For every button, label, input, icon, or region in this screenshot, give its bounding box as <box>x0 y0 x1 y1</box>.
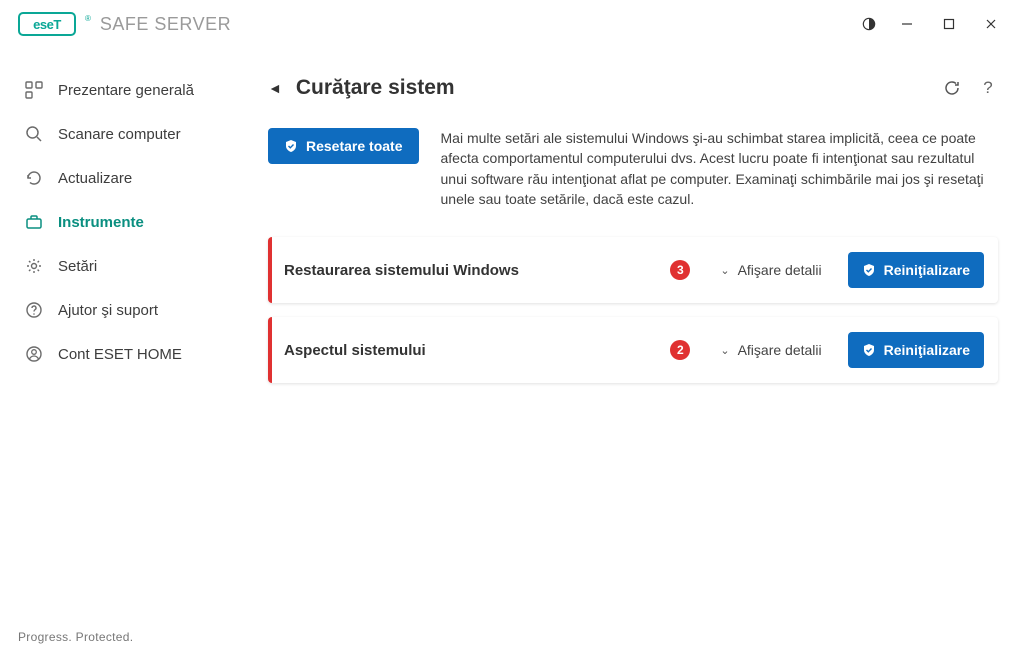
show-details-button[interactable]: ⌄ Afişare detalii <box>720 262 821 278</box>
help-icon <box>24 300 44 320</box>
count-badge: 3 <box>670 260 690 280</box>
sidebar-item-label: Actualizare <box>58 170 132 187</box>
show-details-label: Afişare detalii <box>738 262 822 278</box>
count-badge: 2 <box>670 340 690 360</box>
app-title: SAFE SERVER <box>100 14 231 35</box>
dashboard-icon <box>24 80 44 100</box>
maximize-button[interactable] <box>928 4 970 44</box>
main-content: ◄ Curăţare sistem ? Resetare toate Mai m… <box>252 48 1024 670</box>
reset-button[interactable]: Reiniţializare <box>848 252 984 288</box>
search-icon <box>24 124 44 144</box>
sidebar-item-update[interactable]: Actualizare <box>0 156 252 200</box>
chevron-down-icon: ⌄ <box>720 264 729 277</box>
close-button[interactable] <box>970 4 1012 44</box>
sidebar-item-help[interactable]: Ajutor şi suport <box>0 288 252 332</box>
sidebar-item-label: Setări <box>58 258 97 275</box>
cleanup-item-windows-restore: Restaurarea sistemului Windows 3 ⌄ Afişa… <box>268 237 998 303</box>
page-title: Curăţare sistem <box>296 76 455 100</box>
sidebar-item-label: Instrumente <box>58 214 144 231</box>
reset-button[interactable]: Reiniţializare <box>848 332 984 368</box>
sidebar-item-overview[interactable]: Prezentare generală <box>0 68 252 112</box>
sidebar: Prezentare generală Scanare computer Act… <box>0 48 252 670</box>
contrast-icon[interactable] <box>852 4 886 44</box>
chevron-down-icon: ⌄ <box>720 344 729 357</box>
logo-box: eseT <box>18 12 76 36</box>
minimize-button[interactable] <box>886 4 928 44</box>
shield-icon <box>862 343 876 357</box>
reload-icon[interactable] <box>942 78 962 98</box>
titlebar: eseT ® SAFE SERVER <box>0 0 1024 48</box>
item-title: Aspectul sistemului <box>284 342 426 359</box>
reset-all-button[interactable]: Resetare toate <box>268 128 419 164</box>
sidebar-item-label: Prezentare generală <box>58 82 194 99</box>
logo-text: eseT <box>33 17 61 32</box>
shield-icon <box>862 263 876 277</box>
sidebar-item-scan[interactable]: Scanare computer <box>0 112 252 156</box>
reset-label: Reiniţializare <box>884 342 970 358</box>
tagline: Progress. Protected. <box>0 630 252 670</box>
reset-all-label: Resetare toate <box>306 138 403 154</box>
sidebar-item-label: Scanare computer <box>58 126 181 143</box>
intro-text: Mai multe setări ale sistemului Windows … <box>441 128 999 209</box>
toolbox-icon <box>24 212 44 232</box>
back-button[interactable]: ◄ <box>268 80 282 96</box>
reset-label: Reiniţializare <box>884 262 970 278</box>
help-page-icon[interactable]: ? <box>978 78 998 98</box>
show-details-label: Afişare detalii <box>738 342 822 358</box>
gear-icon <box>24 256 44 276</box>
cleanup-item-system-appearance: Aspectul sistemului 2 ⌄ Afişare detalii … <box>268 317 998 383</box>
sidebar-item-account[interactable]: Cont ESET HOME <box>0 332 252 376</box>
window-controls <box>852 4 1012 44</box>
show-details-button[interactable]: ⌄ Afişare detalii <box>720 342 821 358</box>
shield-icon <box>284 139 298 153</box>
user-icon <box>24 344 44 364</box>
sidebar-item-settings[interactable]: Setări <box>0 244 252 288</box>
app-logo: eseT ® SAFE SERVER <box>18 12 231 36</box>
sidebar-item-label: Ajutor şi suport <box>58 302 158 319</box>
refresh-icon <box>24 168 44 188</box>
sidebar-item-label: Cont ESET HOME <box>58 346 182 363</box>
logo-reg: ® <box>85 14 91 23</box>
item-title: Restaurarea sistemului Windows <box>284 262 519 279</box>
sidebar-item-tools[interactable]: Instrumente <box>0 200 252 244</box>
